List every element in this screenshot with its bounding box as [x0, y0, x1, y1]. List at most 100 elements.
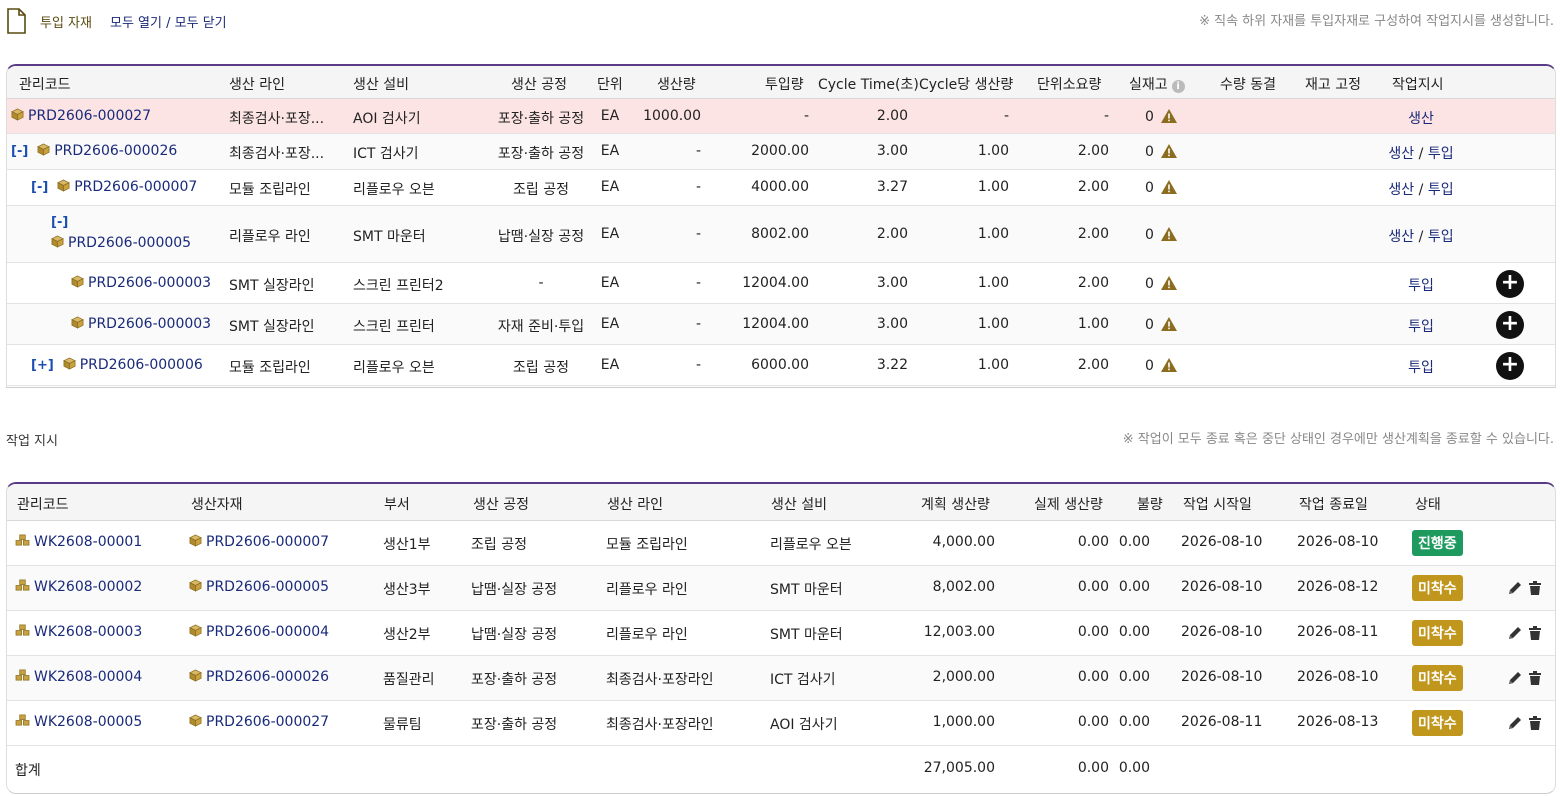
- material-row: [-] PRD2606-000026 최종검사·포장... ICT 검사기 포장·출하…: [7, 134, 1555, 170]
- cube-icon: [189, 669, 202, 682]
- cubes-icon: [15, 669, 30, 681]
- equip-cell: 리플로우 오븐: [770, 537, 852, 553]
- start-date-cell: 2026-08-10: [1181, 579, 1263, 595]
- line-cell: SMT 실장라인: [229, 318, 315, 335]
- link-separator: /: [166, 16, 171, 31]
- work-order-row: WK2608-00001 PRD2606-000007 생산1부 조립 공정 모듈 조립…: [7, 521, 1555, 566]
- row-actions: [1507, 580, 1543, 597]
- collapse-toggle[interactable]: [-]: [51, 215, 68, 230]
- material-link[interactable]: PRD2606-000007: [189, 534, 329, 550]
- status-cell: 미착수: [1412, 575, 1463, 601]
- work-order-code-link[interactable]: WK2608-00003: [15, 624, 142, 640]
- col-stock: 실재고 i: [1129, 74, 1185, 94]
- expand-toggle[interactable]: [+]: [31, 358, 54, 373]
- material-code-link[interactable]: [-] PRD2606-000007: [31, 179, 197, 195]
- end-date-cell: 2026-08-10: [1297, 534, 1379, 550]
- input-cell: -: [803, 107, 809, 124]
- material-code-link[interactable]: [+] PRD2606-000006: [31, 357, 203, 373]
- material-link[interactable]: PRD2606-000004: [189, 624, 329, 640]
- produce-link[interactable]: 생산: [1388, 182, 1414, 198]
- wo-col-planned: 계획 생산량: [921, 497, 990, 513]
- input-cell: 6000.00: [751, 356, 809, 373]
- delete-icon[interactable]: [1527, 670, 1543, 686]
- produce-link[interactable]: 생산: [1388, 146, 1414, 162]
- total-row: 합계 27,005.00 0.00 0.00: [7, 746, 1555, 792]
- dept-cell: 물류팀: [383, 717, 422, 733]
- warning-icon: [1160, 226, 1177, 241]
- material-code-link[interactable]: PRD2606-000003: [71, 316, 211, 332]
- col-equip: 생산 설비: [353, 77, 409, 93]
- cube-icon: [71, 316, 84, 329]
- material-code: PRD2606-000005: [206, 579, 330, 595]
- process-cell: 포장·출하 공정: [471, 672, 558, 688]
- unit-req-cell: 1.00: [1077, 315, 1109, 332]
- info-icon[interactable]: i: [1171, 80, 1185, 93]
- edit-icon[interactable]: [1507, 715, 1523, 731]
- material-link[interactable]: PRD2606-000027: [189, 714, 329, 730]
- work-order-code: WK2608-00004: [34, 669, 143, 685]
- process-cell: 납땜·실장 공정: [471, 627, 558, 643]
- material-code: PRD2606-000005: [68, 235, 192, 251]
- equip-cell: SMT 마운터: [770, 582, 843, 598]
- delete-icon[interactable]: [1527, 580, 1543, 596]
- material-code: PRD2606-000004: [206, 624, 330, 640]
- work-order-code: WK2608-00002: [34, 579, 143, 595]
- add-work-order-button[interactable]: +: [1496, 310, 1524, 339]
- edit-icon[interactable]: [1507, 625, 1523, 641]
- total-label: 합계: [15, 763, 41, 779]
- material-code: PRD2606-000003: [88, 315, 212, 332]
- cube-icon: [189, 624, 202, 637]
- add-work-order-button[interactable]: +: [1496, 351, 1524, 380]
- produce-link[interactable]: 투입: [1408, 278, 1434, 294]
- edit-icon[interactable]: [1507, 580, 1523, 596]
- per-cycle-cell: 1.00: [977, 225, 1009, 242]
- warning-icon: [1160, 108, 1177, 123]
- expand-all-link[interactable]: 모두 열기: [110, 16, 162, 31]
- material-link[interactable]: PRD2606-000026: [189, 669, 329, 685]
- work-order-code-link[interactable]: WK2608-00004: [15, 669, 142, 685]
- add-work-order-button[interactable]: +: [1496, 269, 1524, 298]
- material-link[interactable]: PRD2606-000005: [189, 579, 329, 595]
- col-prod: 생산량: [657, 77, 696, 93]
- per-cycle-cell: 1.00: [977, 356, 1009, 373]
- total-defect: 0.00: [1118, 760, 1150, 776]
- input-link[interactable]: 투입: [1428, 182, 1454, 198]
- material-code: PRD2606-000027: [206, 714, 330, 730]
- produce-link[interactable]: 생산: [1408, 111, 1434, 127]
- wo-col-end: 작업 종료일: [1299, 497, 1368, 513]
- produce-link[interactable]: 투입: [1408, 360, 1434, 376]
- work-order-code: WK2608-00003: [34, 624, 143, 640]
- unit-req-cell: 2.00: [1077, 143, 1109, 159]
- material-code-link[interactable]: PRD2606-000003: [71, 275, 211, 291]
- produce-link[interactable]: 생산: [1388, 229, 1414, 245]
- collapse-toggle[interactable]: [-]: [11, 144, 28, 159]
- delete-icon[interactable]: [1527, 625, 1543, 641]
- work-order-row: WK2608-00003 PRD2606-000004 생산2부 납땜·실장 공정 리플…: [7, 611, 1555, 656]
- status-badge: 미착수: [1412, 665, 1463, 691]
- work-order-code-link[interactable]: WK2608-00005: [15, 714, 142, 730]
- input-cell: 8002.00: [751, 225, 809, 242]
- work-order-code-link[interactable]: WK2608-00002: [15, 579, 142, 595]
- input-link[interactable]: 투입: [1428, 229, 1454, 245]
- wo-col-process: 생산 공정: [473, 497, 529, 513]
- prod-cell: -: [695, 315, 701, 332]
- collapse-toggle[interactable]: [-]: [31, 180, 48, 195]
- cube-icon: [11, 108, 24, 121]
- cycle-cell: 3.00: [876, 143, 908, 159]
- unit-req-cell: 2.00: [1077, 356, 1109, 373]
- collapse-all-link[interactable]: 모두 닫기: [175, 16, 227, 31]
- produce-link[interactable]: 투입: [1408, 319, 1434, 335]
- cube-icon: [189, 579, 202, 592]
- input-link[interactable]: 투입: [1428, 146, 1454, 162]
- delete-icon[interactable]: [1527, 715, 1543, 731]
- edit-icon[interactable]: [1507, 670, 1523, 686]
- end-date-cell: 2026-08-13: [1297, 714, 1379, 730]
- material-code-link[interactable]: PRD2606-000027: [11, 108, 151, 124]
- stock-value: 0: [1145, 180, 1154, 196]
- equip-cell: 스크린 프린터: [353, 318, 435, 335]
- equip-cell: 리플로우 오븐: [353, 359, 435, 376]
- material-code-link[interactable]: [-] PRD2606-000026: [11, 143, 177, 159]
- process-cell: 포장·출하 공정: [497, 110, 585, 127]
- work-order-code-link[interactable]: WK2608-00001: [15, 534, 142, 550]
- material-code-link[interactable]: PRD2606-000005: [51, 235, 191, 251]
